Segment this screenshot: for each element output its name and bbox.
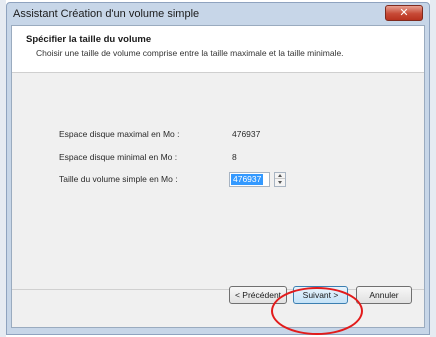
right-background-edge xyxy=(430,0,436,337)
max-space-value: 476937 xyxy=(232,129,261,139)
arrow-up-icon xyxy=(278,174,282,177)
wizard-content: Spécifier la taille du volume Choisir un… xyxy=(11,25,425,328)
cancel-button[interactable]: Annuler xyxy=(356,286,412,304)
volume-size-input[interactable]: 476937 xyxy=(229,172,270,187)
wizard-window: Assistant Création d'un volume simple ✕ … xyxy=(6,2,430,335)
page-subtitle: Choisir une taille de volume comprise en… xyxy=(36,48,344,58)
arrow-down-icon xyxy=(278,181,282,184)
volume-size-spinner xyxy=(274,172,286,187)
spin-up-button[interactable] xyxy=(275,173,285,179)
close-icon: ✕ xyxy=(399,6,409,19)
min-space-label: Espace disque minimal en Mo : xyxy=(59,152,178,162)
spin-down-button[interactable] xyxy=(275,180,285,186)
next-button[interactable]: Suivant > xyxy=(293,286,348,304)
volume-size-value: 476937 xyxy=(231,174,264,185)
page-title: Spécifier la taille du volume xyxy=(26,34,152,45)
title-bar: Assistant Création d'un volume simple ✕ xyxy=(7,3,429,25)
previous-button[interactable]: < Précédent xyxy=(229,286,287,304)
close-button[interactable]: ✕ xyxy=(385,5,423,21)
max-space-label: Espace disque maximal en Mo : xyxy=(59,129,180,139)
wizard-header: Spécifier la taille du volume Choisir un… xyxy=(12,26,424,73)
window-title: Assistant Création d'un volume simple xyxy=(13,8,200,20)
volume-size-label: Taille du volume simple en Mo : xyxy=(59,174,178,184)
min-space-value: 8 xyxy=(232,152,237,162)
